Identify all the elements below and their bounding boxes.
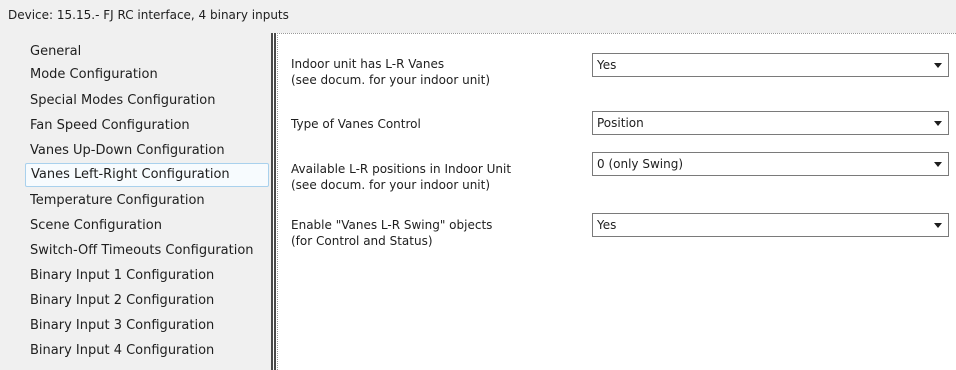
vanes-control-type-dropdown[interactable]: Position (592, 111, 949, 135)
param-label-line: (see docum. for your indoor unit) (291, 73, 491, 87)
sidebar-item-binary-input-1-configuration[interactable]: Binary Input 1 Configuration (30, 264, 271, 288)
sidebar-item-vanes-left-right-configuration[interactable]: Vanes Left-Right Configuration (25, 163, 269, 187)
param-label-lr-vanes: Indoor unit has L-R Vanes (see docum. fo… (291, 56, 490, 88)
param-label-vanes-lr-swing-objects: Enable "Vanes L-R Swing" objects (for Co… (291, 217, 492, 249)
sidebar-item-fan-speed-configuration[interactable]: Fan Speed Configuration (30, 114, 271, 138)
dropdown-value: Position (597, 116, 644, 130)
sidebar-item-special-modes-configuration[interactable]: Special Modes Configuration (30, 89, 271, 113)
sidebar: General Mode Configuration Special Modes… (0, 33, 271, 370)
sidebar-item-mode-configuration[interactable]: Mode Configuration (30, 63, 271, 87)
param-label-line: (for Control and Status) (291, 234, 433, 248)
chevron-down-icon (934, 223, 942, 228)
dropdown-value: Yes (597, 218, 617, 232)
param-label-line: Indoor unit has L-R Vanes (291, 57, 445, 71)
param-label-line: (see docum. for your indoor unit) (291, 178, 491, 192)
device-title-bar: Device: 15.15.- FJ RC interface, 4 binar… (0, 0, 956, 33)
sidebar-item-binary-input-4-configuration[interactable]: Binary Input 4 Configuration (30, 339, 271, 363)
sidebar-item-scene-configuration[interactable]: Scene Configuration (30, 214, 271, 238)
chevron-down-icon (934, 121, 942, 126)
splitter-line (271, 33, 273, 370)
splitter-line (274, 33, 276, 370)
param-label-line: Enable "Vanes L-R Swing" objects (291, 218, 493, 232)
available-lr-positions-dropdown[interactable]: 0 (only Swing) (592, 152, 949, 176)
param-label-line: Type of Vanes Control (291, 117, 421, 131)
sidebar-item-temperature-configuration[interactable]: Temperature Configuration (30, 189, 271, 213)
dropdown-value: Yes (597, 58, 617, 72)
param-label-vanes-control-type: Type of Vanes Control (291, 116, 421, 132)
chevron-down-icon (934, 63, 942, 68)
dropdown-value: 0 (only Swing) (597, 157, 683, 171)
device-title: Device: 15.15.- FJ RC interface, 4 binar… (8, 8, 289, 22)
sidebar-item-general[interactable]: General (30, 40, 271, 64)
chevron-down-icon (934, 162, 942, 167)
vanes-lr-swing-objects-dropdown[interactable]: Yes (592, 213, 949, 237)
param-label-line: Available L-R positions in Indoor Unit (291, 162, 512, 176)
sidebar-item-vanes-up-down-configuration[interactable]: Vanes Up-Down Configuration (30, 139, 271, 163)
sidebar-item-binary-input-2-configuration[interactable]: Binary Input 2 Configuration (30, 289, 271, 313)
sidebar-item-binary-input-3-configuration[interactable]: Binary Input 3 Configuration (30, 314, 271, 338)
param-label-available-lr-positions: Available L-R positions in Indoor Unit (… (291, 161, 511, 193)
sidebar-item-switch-off-timeouts-configuration[interactable]: Switch-Off Timeouts Configuration (30, 239, 271, 263)
parameter-panel: Indoor unit has L-R Vanes (see docum. fo… (277, 33, 956, 370)
lr-vanes-dropdown[interactable]: Yes (592, 53, 949, 77)
